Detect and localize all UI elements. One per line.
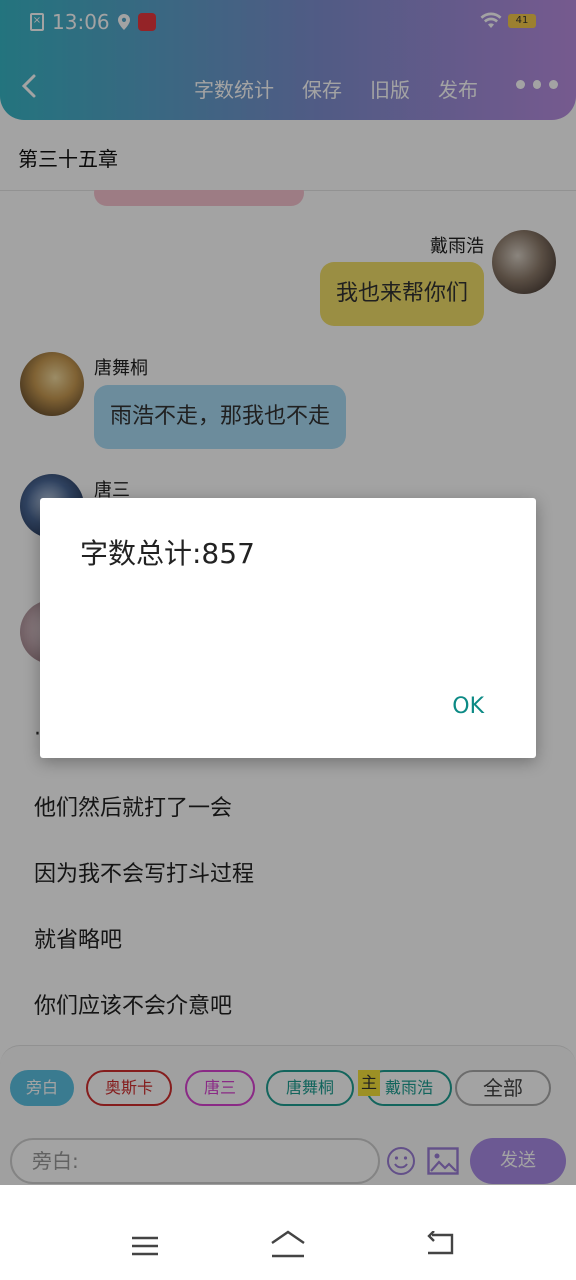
dialog-message: 字数总计:857 (80, 537, 255, 570)
word-count-dialog: 字数总计:857 OK (40, 498, 536, 758)
menu-icon[interactable] (130, 1235, 160, 1257)
back-icon[interactable] (424, 1231, 456, 1257)
ok-button[interactable]: OK (452, 694, 484, 719)
system-nav-bar (0, 1185, 576, 1280)
home-icon[interactable] (268, 1229, 308, 1259)
